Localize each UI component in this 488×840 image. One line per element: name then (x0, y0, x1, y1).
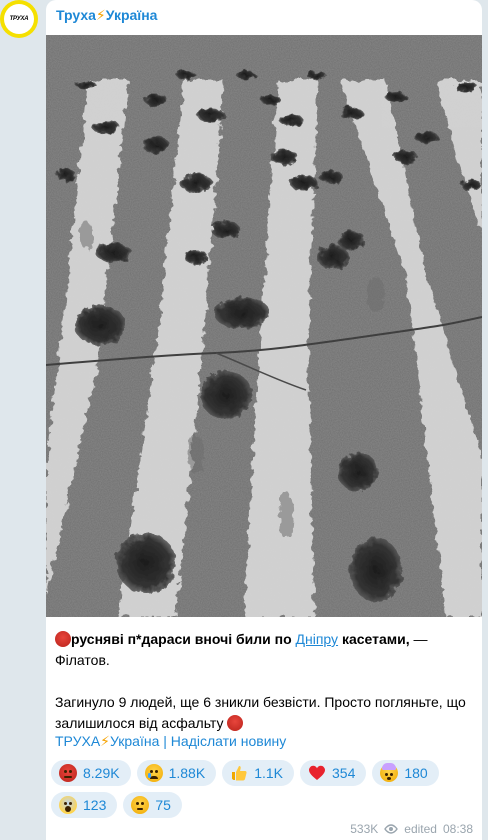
reaction-neutral[interactable]: 75 (123, 792, 182, 818)
channel-name-country: Україна (105, 7, 158, 23)
footer-channel-text: ТРУХА (55, 733, 101, 749)
eye-icon (384, 824, 399, 834)
angry-face-icon (55, 631, 71, 647)
view-count: 533K (350, 822, 379, 836)
reaction-cry[interactable]: 1.88K (136, 760, 217, 786)
exploding-head-icon (380, 763, 399, 782)
thumbs-up-icon (232, 766, 247, 781)
footer-country-text: Україна (110, 733, 160, 749)
reaction-exploding-head[interactable]: 180 (372, 760, 439, 786)
angry-face-icon (59, 764, 77, 782)
reaction-count: 75 (155, 797, 171, 813)
edited-label: edited (404, 822, 437, 836)
caption-link-dnipro[interactable]: Дніпру (296, 631, 339, 647)
message-meta: 533K edited 08:38 (350, 822, 473, 836)
reaction-count: 1.1K (254, 765, 283, 781)
channel-avatar[interactable]: ТРУХА (0, 0, 38, 38)
caption-bold-text-end: касетами, (338, 631, 410, 647)
message-photo[interactable] (46, 35, 482, 617)
crying-face-icon (144, 764, 163, 782)
screaming-face-icon (59, 796, 77, 814)
channel-name[interactable]: Труха⚡Україна (56, 7, 157, 24)
lightning-icon: ⚡ (100, 733, 110, 749)
avatar-logo-text: ТРУХА (4, 4, 34, 34)
reaction-count: 180 (404, 765, 428, 781)
message-caption: русняві п*дараси вночі били по Дніпру ка… (55, 629, 475, 734)
heart-icon (309, 765, 325, 780)
reactions-bar: 8.29K 1.88K 1.1K 354 180 123 75 (51, 760, 471, 818)
message-bubble: Труха⚡Україна русняві п*дараси вночі бил… (46, 0, 482, 840)
neutral-face-icon (131, 796, 150, 814)
reaction-heart[interactable]: 354 (300, 760, 367, 786)
reaction-scream[interactable]: 123 (51, 792, 118, 818)
footer-separator: | (159, 733, 171, 749)
channel-name-text: Труха (56, 7, 96, 23)
reaction-angry[interactable]: 8.29K (51, 760, 131, 786)
angry-face-icon (227, 715, 244, 731)
caption-paragraph-1: русняві п*дараси вночі били по Дніпру ка… (55, 629, 475, 671)
submit-news-link[interactable]: Надіслати новину (171, 733, 286, 749)
caption-bold-text: русняві п*дараси вночі били по (71, 631, 296, 647)
message-time: 08:38 (442, 822, 473, 836)
caption-paragraph-2: Загинуло 9 людей, ще 6 зникли безвісти. … (55, 692, 475, 734)
lightning-icon: ⚡ (95, 7, 106, 23)
reaction-count: 354 (332, 765, 356, 781)
caption-paragraph-2-text: Загинуло 9 людей, ще 6 зникли безвісти. … (55, 694, 466, 731)
reaction-count: 123 (83, 797, 107, 813)
reaction-count: 1.88K (168, 765, 206, 781)
reaction-count: 8.29K (83, 765, 120, 781)
channel-footer-link[interactable]: ТРУХА⚡Україна | Надіслати новину (55, 733, 286, 750)
reaction-thumbs-up[interactable]: 1.1K (222, 760, 294, 786)
